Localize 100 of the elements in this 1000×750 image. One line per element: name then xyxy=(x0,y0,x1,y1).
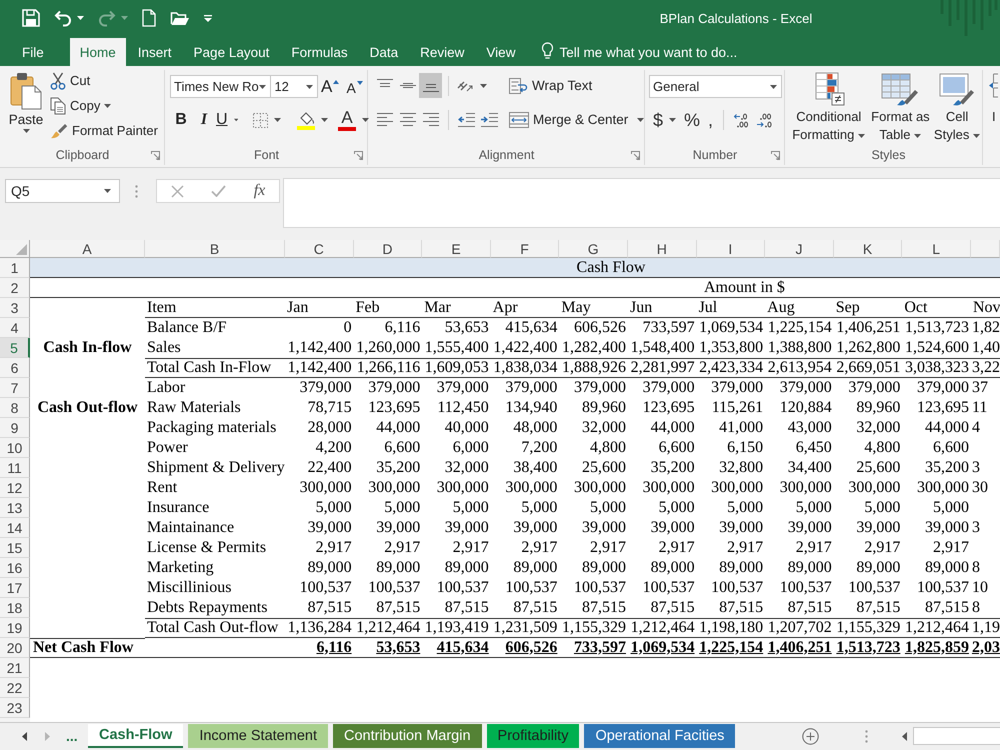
more-sheets-button[interactable]: ... xyxy=(66,728,78,744)
format-as-table-button[interactable]: Format as Table xyxy=(868,72,932,144)
row-header[interactable]: 16 xyxy=(0,558,30,578)
caret-left-icon[interactable] xyxy=(22,732,27,740)
column-header[interactable]: I xyxy=(696,240,766,258)
font-size-field[interactable]: 12 xyxy=(271,75,318,98)
check-icon[interactable] xyxy=(211,185,226,197)
grip-icon[interactable] xyxy=(135,185,138,198)
new-file-button[interactable] xyxy=(142,9,156,27)
column-header[interactable]: B xyxy=(145,240,285,258)
caret-left-icon[interactable] xyxy=(902,732,907,740)
undo-button[interactable] xyxy=(54,10,84,26)
row-header[interactable]: 12 xyxy=(0,478,30,498)
font-color-button[interactable]: A xyxy=(338,109,369,131)
column-header[interactable]: F xyxy=(490,240,560,258)
customize-toolbar-button[interactable] xyxy=(204,14,212,22)
formula-input[interactable] xyxy=(283,178,1000,228)
row-header[interactable]: 1 xyxy=(0,258,30,278)
row-header[interactable]: 4 xyxy=(0,318,30,338)
row-header[interactable]: 17 xyxy=(0,578,30,598)
row-header[interactable]: 23 xyxy=(0,698,30,718)
item-label: Labor xyxy=(146,378,186,398)
number-format-button[interactable]: $ xyxy=(649,108,680,132)
sheet-tab[interactable]: Contribution Margin xyxy=(332,724,482,748)
sheet-tab[interactable]: Cash-Flow xyxy=(88,724,184,748)
row-header[interactable]: 7 xyxy=(0,378,30,398)
row-header[interactable]: 19 xyxy=(0,618,30,638)
wrap-text-button[interactable]: Wrap Text xyxy=(507,73,594,98)
save-button[interactable] xyxy=(22,9,40,27)
column-header[interactable]: C xyxy=(285,240,354,258)
column-header[interactable]: L xyxy=(902,240,971,258)
row-header[interactable]: 21 xyxy=(0,658,30,678)
row-header[interactable]: 11 xyxy=(0,458,30,478)
dialog-launcher-icon[interactable] xyxy=(354,150,363,160)
row-header[interactable]: 3 xyxy=(0,298,30,318)
number-format-button[interactable]: % xyxy=(680,108,704,132)
column-header[interactable]: K xyxy=(834,240,902,258)
sheet-tab[interactable]: Income Statement xyxy=(188,724,328,748)
bold-button[interactable]: B xyxy=(170,108,192,132)
column-header[interactable]: E xyxy=(422,240,491,258)
cell-styles-button[interactable]: Cell Styles xyxy=(932,72,982,144)
row-header[interactable]: 8 xyxy=(0,398,30,418)
insert-function-button[interactable]: fx xyxy=(254,182,266,200)
row-header[interactable]: 20 xyxy=(0,638,30,658)
ribbon-tab[interactable]: Home xyxy=(70,38,126,66)
dialog-launcher-icon[interactable] xyxy=(151,150,160,160)
horizontal-scrollbar[interactable] xyxy=(913,727,1000,745)
row-header[interactable]: 2 xyxy=(0,278,30,298)
table-cell-text: 300,000 xyxy=(572,478,627,498)
ribbon-tab[interactable]: Insert xyxy=(128,38,182,66)
insert-button[interactable]: I xyxy=(989,70,998,126)
paste-button[interactable]: Paste xyxy=(6,70,46,133)
underline-button[interactable]: U xyxy=(216,108,238,132)
number-format-button[interactable]: , xyxy=(704,108,718,132)
dialog-launcher-icon[interactable] xyxy=(771,150,780,160)
row-header[interactable]: 14 xyxy=(0,518,30,538)
row-header[interactable]: 15 xyxy=(0,538,30,558)
ribbon-tab[interactable]: Data xyxy=(360,38,408,66)
item-label: Maintainance xyxy=(146,518,236,538)
sheet-tab[interactable]: Profitability xyxy=(486,724,580,748)
column-header[interactable]: D xyxy=(354,240,422,258)
row-header[interactable]: 22 xyxy=(0,678,30,698)
table-cell-text: 1,262,800 xyxy=(835,338,902,358)
column-header[interactable]: G xyxy=(559,240,628,258)
tell-me-field[interactable]: Tell me what you want to do... xyxy=(559,38,770,66)
cut-button[interactable]: Cut xyxy=(50,68,90,93)
align-bottom-button[interactable] xyxy=(419,73,442,98)
number-format-field[interactable]: General xyxy=(649,75,782,98)
table-cell-text: 100,537 xyxy=(642,578,696,598)
ribbon-tab[interactable]: File xyxy=(12,38,54,66)
column-header[interactable]: H xyxy=(628,240,697,258)
italic-button[interactable]: I xyxy=(193,108,215,132)
row-header[interactable]: 5 xyxy=(0,338,30,358)
copy-button[interactable]: Copy xyxy=(50,93,112,118)
add-icon[interactable] xyxy=(802,728,819,744)
open-file-button[interactable] xyxy=(170,10,190,26)
merge-center-button[interactable]: Merge & Center xyxy=(507,107,646,132)
row-header[interactable]: 6 xyxy=(0,358,30,378)
grip-icon[interactable] xyxy=(865,730,868,742)
row-header[interactable]: 9 xyxy=(0,418,30,438)
conditional-formatting-button[interactable]: Conditional Formatting xyxy=(789,72,869,144)
table-cell: 1,136,284 xyxy=(285,618,354,638)
font-name-field[interactable]: Times New Ro xyxy=(170,75,272,98)
column-header[interactable]: A xyxy=(30,240,145,258)
month-heading: Sep xyxy=(834,298,902,318)
table-cell: 1,19 xyxy=(970,618,1000,638)
dialog-launcher-icon[interactable] xyxy=(631,150,640,160)
shrink-font-button[interactable]: A xyxy=(342,76,367,97)
row-header[interactable]: 18 xyxy=(0,598,30,618)
grow-font-button[interactable]: A xyxy=(318,78,342,96)
ribbon-tab[interactable]: Formulas xyxy=(281,38,358,66)
name-box[interactable]: Q5 xyxy=(5,179,120,203)
column-header[interactable]: J xyxy=(765,240,834,258)
ribbon-tab[interactable]: Page Layout xyxy=(184,38,280,66)
format-painter-button[interactable]: Format Painter xyxy=(50,118,158,143)
row-header[interactable]: 13 xyxy=(0,498,30,518)
ribbon-tab[interactable]: Review xyxy=(410,38,474,66)
row-header[interactable]: 10 xyxy=(0,438,30,458)
sheet-tab[interactable]: Operational Facities xyxy=(584,724,736,748)
ribbon-tab[interactable]: View xyxy=(476,38,526,66)
